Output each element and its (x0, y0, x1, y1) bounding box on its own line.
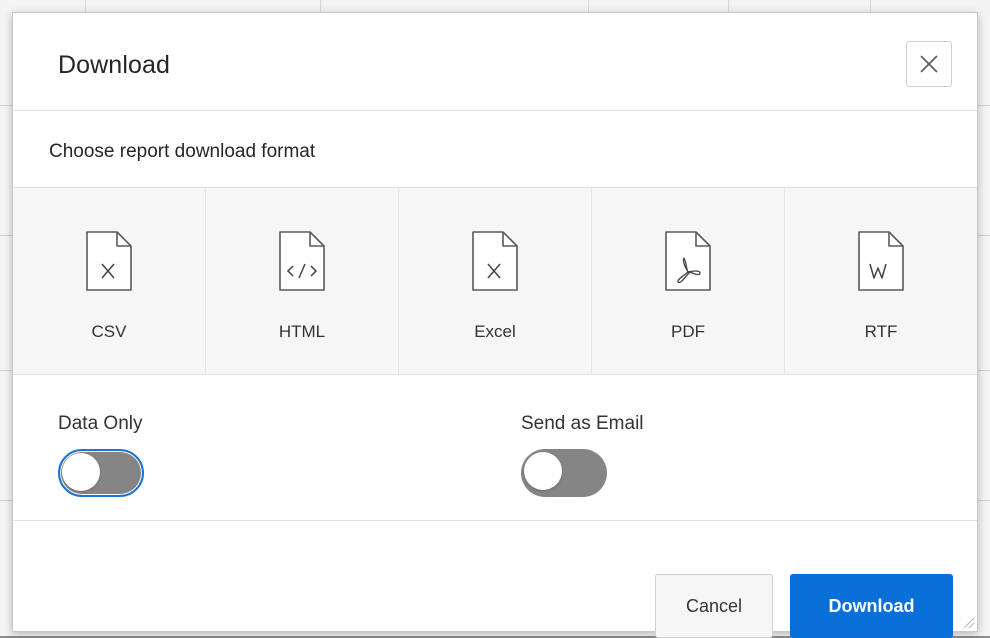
format-label-html: HTML (278, 322, 326, 341)
send-as-email-option: Send as Email (521, 413, 644, 497)
background-grid-line (978, 500, 990, 501)
close-icon (920, 55, 938, 73)
background-grid-line (978, 235, 990, 236)
rtf-file-icon (858, 231, 904, 291)
send-as-email-toggle[interactable] (521, 449, 607, 497)
data-only-option: Data Only (58, 413, 144, 497)
format-label-rtf: RTF (864, 322, 898, 341)
send-as-email-label: Send as Email (521, 413, 644, 434)
background-grid-line (0, 105, 12, 106)
format-label-excel: Excel (474, 322, 516, 341)
dialog-title: Download (58, 51, 170, 79)
csv-file-icon (86, 231, 132, 291)
format-option-html[interactable]: HTML (205, 188, 398, 374)
download-dialog: Download Choose report download format C… (12, 12, 978, 638)
format-option-csv[interactable]: CSV (13, 188, 205, 374)
format-label-csv: CSV (91, 322, 127, 341)
format-options: CSV HTML Excel PDF RTF (13, 187, 977, 375)
dialog-footer: Cancel Download (13, 520, 977, 638)
cancel-button[interactable]: Cancel (655, 574, 773, 638)
format-label-pdf: PDF (671, 322, 705, 341)
toggle-knob (62, 453, 100, 491)
resize-handle-icon[interactable] (961, 615, 975, 629)
dialog-header: Download (13, 13, 977, 111)
format-option-rtf[interactable]: RTF (784, 188, 977, 374)
data-only-label: Data Only (58, 413, 143, 434)
background-grid-line (978, 370, 990, 371)
pdf-file-icon (665, 231, 711, 291)
background-grid-line (978, 105, 990, 106)
toggle-knob (524, 452, 562, 490)
format-section-label: Choose report download format (49, 141, 316, 162)
background-grid-line (0, 370, 12, 371)
close-button[interactable] (906, 41, 952, 87)
format-option-excel[interactable]: Excel (398, 188, 591, 374)
excel-file-icon (472, 231, 518, 291)
html-file-icon (279, 231, 325, 291)
download-button[interactable]: Download (790, 574, 953, 638)
background-grid-line (0, 235, 12, 236)
background-grid-line (0, 500, 12, 501)
format-option-pdf[interactable]: PDF (591, 188, 784, 374)
data-only-toggle[interactable] (58, 449, 144, 497)
